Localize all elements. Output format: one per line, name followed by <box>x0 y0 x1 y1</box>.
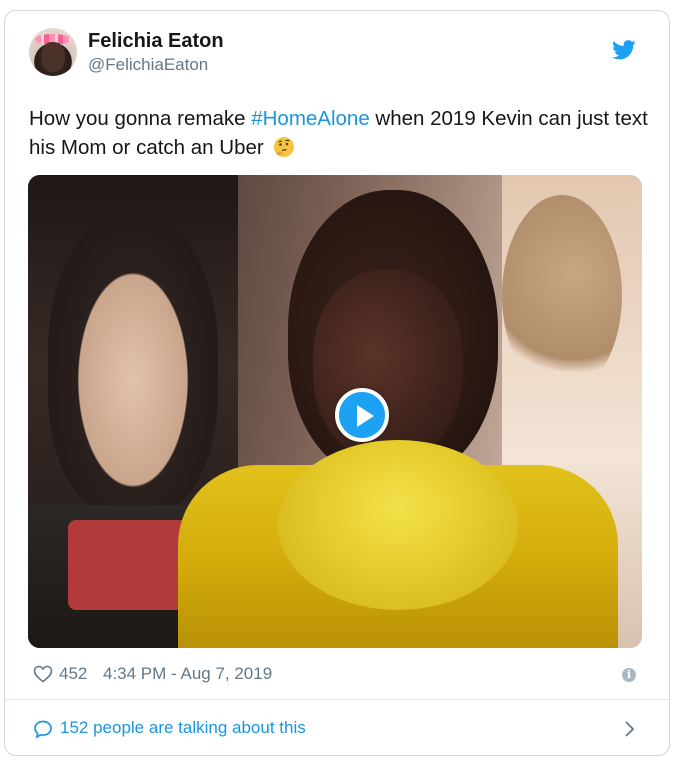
twitter-bird-icon[interactable] <box>612 40 636 60</box>
play-icon[interactable] <box>335 388 389 442</box>
timestamp[interactable]: 4:34 PM - Aug 7, 2019 <box>103 664 272 684</box>
hashtag-link[interactable]: #HomeAlone <box>251 107 370 130</box>
video-thumbnail[interactable] <box>28 175 642 648</box>
author-name[interactable]: Felichia Eaton <box>88 30 224 53</box>
person-left <box>48 215 218 515</box>
person-right <box>502 195 622 395</box>
thinking-face-icon <box>274 137 295 157</box>
red-shirt <box>68 520 188 610</box>
info-icon[interactable]: i <box>622 668 636 682</box>
tweet-text: How you gonna remake #HomeAlone when 201… <box>29 104 649 162</box>
avatar[interactable] <box>29 28 77 76</box>
heart-icon[interactable] <box>33 665 53 683</box>
tweet-stats: 452 4:34 PM - Aug 7, 2019 i <box>33 663 643 687</box>
chevron-right-icon <box>625 721 635 737</box>
speech-bubble-icon <box>34 720 52 739</box>
yellow-scarf <box>278 440 518 610</box>
like-count[interactable]: 452 <box>59 664 87 684</box>
avatar-face <box>41 42 65 72</box>
author-handle[interactable]: @FelichiaEaton <box>88 55 208 75</box>
talking-label: 152 people are talking about this <box>60 718 306 737</box>
talking-link[interactable]: 152 people are talking about this <box>33 716 643 742</box>
tweet-text-before: How you gonna remake <box>29 107 252 130</box>
divider <box>5 699 669 700</box>
person-center-face <box>313 270 463 460</box>
